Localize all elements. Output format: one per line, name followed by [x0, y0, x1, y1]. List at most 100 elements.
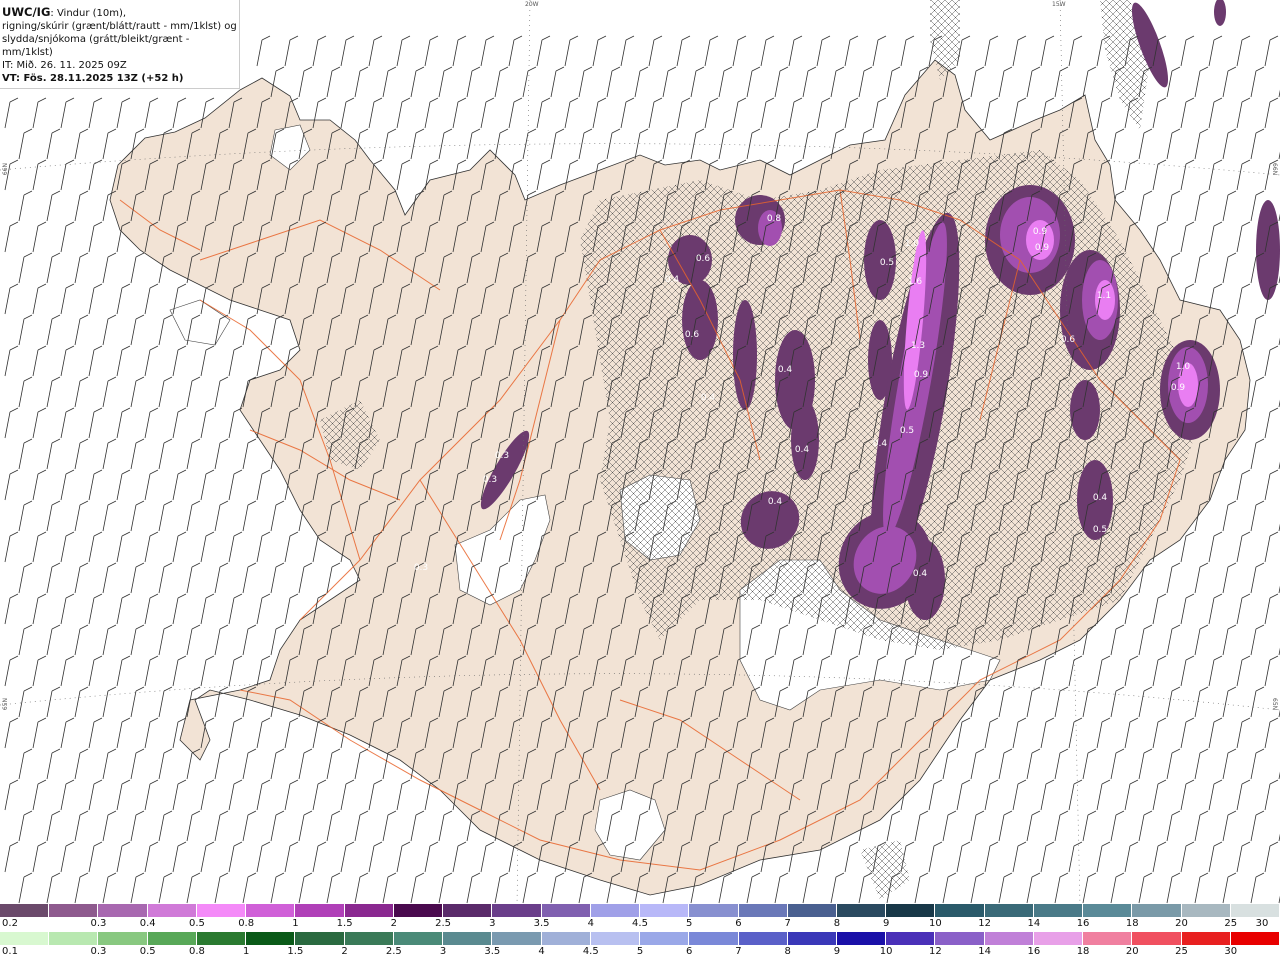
legend-swatch: [443, 904, 493, 917]
initial-time: IT: Mið. 26. 11. 2025 09Z: [2, 60, 127, 71]
legend-tick-label: 16: [1076, 918, 1090, 929]
precip-value-label: 0.9: [1171, 383, 1186, 393]
snow-color-bar: [0, 904, 1280, 917]
legend-swatch: [492, 932, 542, 945]
legend-swatch: [393, 932, 444, 945]
legend-swatch: [0, 904, 50, 917]
legend-swatch: [886, 904, 936, 917]
legend-tick-label: 2: [341, 946, 348, 957]
legend-tick-label: 10: [879, 946, 893, 957]
precip-value-label: 0.5: [1093, 525, 1107, 535]
legend-tick-label: 0.1: [2, 946, 18, 957]
precip-value-label: 0.4: [778, 365, 793, 375]
legend-swatch: [689, 904, 739, 917]
legend-swatch: [1181, 932, 1231, 945]
legend-tick-label: 0.5: [139, 946, 156, 957]
rain-color-bar: [0, 932, 1280, 945]
desc-line3: slydda/snjókoma (grátt/bleikt/grænt - mm…: [2, 34, 190, 58]
legend-swatch: [0, 932, 50, 945]
legend-swatch: [49, 904, 99, 917]
legend-swatch: [590, 932, 641, 945]
precip-value-label: 0.6: [685, 330, 700, 340]
legend-swatch: [984, 932, 1034, 945]
legend-swatch: [787, 932, 837, 945]
precip-value-label: 0.4: [701, 393, 716, 403]
legend-swatch: [886, 932, 936, 945]
precip-value-label: 1.3: [911, 341, 925, 351]
legend-tick-label: 8: [833, 918, 841, 929]
valid-time: VT: Fös. 28.11.2025 13Z (+52 h): [2, 73, 184, 84]
legend-tick-label: 2: [390, 918, 398, 929]
legend-tick-label: 1: [292, 918, 299, 929]
legend-swatch: [246, 932, 296, 945]
legend-swatch: [147, 932, 197, 945]
legend-swatch: [1083, 904, 1133, 917]
precip-value-label: 1.0: [1176, 362, 1191, 372]
legend-tick-label: 25: [1175, 946, 1188, 957]
desc-line2: rigning/skúrir (grænt/blátt/rautt - mm/1…: [2, 21, 237, 32]
legend-tick-label: 8: [784, 946, 791, 957]
legend-swatch: [640, 932, 690, 945]
legend-tick-label: 9: [833, 946, 841, 957]
legend-tick-label: 0.8: [238, 918, 255, 929]
legend-tick-label: 4.5: [632, 918, 648, 929]
map-header: UWC/IG: Vindur (10m), rigning/skúrir (gr…: [0, 0, 240, 89]
legend-swatch: [443, 932, 493, 945]
legend-tick-label: 3.5: [533, 918, 550, 929]
legend-tick-label: 1: [242, 946, 250, 957]
precip-value-label: 0.9: [1033, 227, 1048, 237]
legend-tick-label: 4: [538, 946, 545, 957]
precip-value-label: 0.4: [665, 275, 680, 285]
legend-tick-label: 10: [929, 918, 942, 929]
legend-tick-label: 0.3: [90, 918, 107, 929]
legend-swatch: [344, 932, 394, 945]
legend-tick-label: 9: [882, 918, 890, 929]
legend-tick-label: 3: [439, 946, 447, 957]
legend-tick-label: 0.2: [2, 918, 18, 929]
legend-swatch: [196, 932, 247, 945]
legend-swatch: [1083, 932, 1133, 945]
legend-swatch: [738, 932, 788, 945]
legend-swatch: [492, 904, 542, 917]
legend-tick-label: 3: [489, 918, 496, 929]
legend-tick-label: 20: [1175, 918, 1188, 929]
legend-swatch: [147, 904, 197, 917]
precip-value-label: 0.4: [873, 439, 888, 449]
legend-swatch: [49, 932, 99, 945]
legend-tick-label: 2.5: [385, 946, 402, 957]
iceland-weather-map: 0.3 0.3 0.3 0.4 0.4 0.4 0.4 0.4 0.4 0.4 0.4 0.5 0.5 0…: [0, 0, 1280, 905]
legend-swatch: [541, 932, 591, 945]
legend-tick-label: 30: [1255, 918, 1269, 929]
precip-value-label: 0.4: [913, 569, 928, 579]
precip-value-label: 0.6: [1061, 335, 1076, 345]
precip-value-label: 0.4: [768, 497, 783, 507]
precip-value-label: 0.3: [414, 563, 428, 573]
legend-swatch: [1230, 904, 1280, 917]
legend-swatch: [984, 904, 1034, 917]
precip-value-label: 0.5: [900, 426, 914, 436]
precip-value-label: 0.9: [914, 370, 929, 380]
model-title: UWC/IG: [2, 5, 51, 19]
legend-tick-label: 30: [1224, 946, 1238, 957]
legend-swatch: [787, 904, 837, 917]
legend-tick-label: 3.5: [484, 946, 501, 957]
precip-value-label: 0.3: [495, 451, 509, 461]
lon-label-15w: 15W: [1052, 1, 1066, 8]
legend-tick-label: 4: [587, 918, 594, 929]
legend-tick-label: 16: [1027, 946, 1041, 957]
lat-label-66n-right: 66N: [1271, 163, 1278, 176]
color-legends: 0.2 0.3 0.4 0.5 0.8 1 1.5 2 2.5 3 3.5 4 4.5 5 6 7 8 9 10 12…: [0, 904, 1280, 960]
legend-swatch: [1033, 932, 1084, 945]
legend-tick-label: 25: [1224, 918, 1238, 929]
legend-tick-label: 20: [1125, 946, 1139, 957]
legend-swatch: [98, 904, 148, 917]
legend-swatch: [836, 904, 887, 917]
legend-tick-label: 0.4: [139, 918, 156, 929]
legend-tick-label: 7: [735, 946, 742, 957]
legend-swatch: [295, 904, 345, 917]
precip-value-label: 0.8: [767, 214, 782, 224]
legend-swatch: [246, 904, 296, 917]
legend-tick-label: 6: [735, 918, 742, 929]
legend-swatch: [836, 932, 887, 945]
precip-value-label: 0.5: [880, 258, 894, 268]
